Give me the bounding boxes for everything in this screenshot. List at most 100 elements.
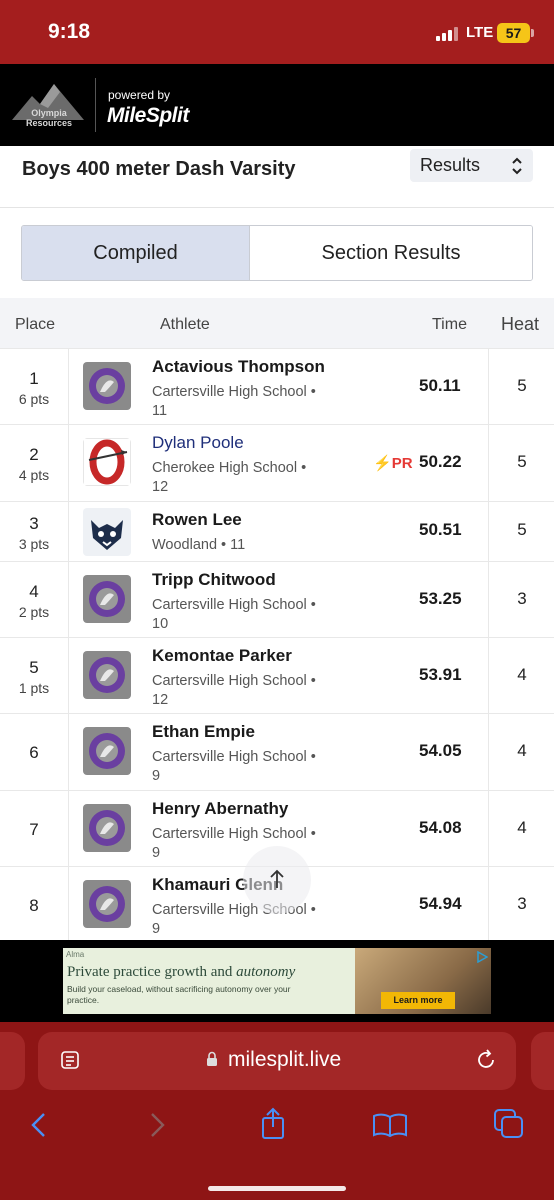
athlete-name[interactable]: Tripp Chitwood <box>152 570 276 590</box>
table-row[interactable]: 6 Ethan Empie Cartersville High School •… <box>0 713 554 790</box>
back-icon[interactable] <box>28 1110 50 1140</box>
network-label: LTE <box>466 24 494 41</box>
bookmarks-icon[interactable] <box>372 1112 408 1138</box>
column-heat: Heat <box>501 314 540 334</box>
address-bar[interactable]: milesplit.live <box>38 1032 516 1090</box>
forward-icon[interactable] <box>146 1110 168 1140</box>
heat-cell: 4 <box>488 791 554 866</box>
place-points: 6 pts <box>18 391 50 407</box>
athlete-school: Cartersville High School • 11 <box>152 384 316 419</box>
prev-tab-preview[interactable] <box>0 1032 25 1090</box>
place-cell: 2 4 pts <box>0 425 69 501</box>
table-row[interactable]: 3 3 pts Rowen Lee Woodland • 11 50.51 5 <box>0 501 554 561</box>
place-number: 2 <box>29 445 39 464</box>
status-bar: 9:18 LTE 57 <box>0 0 554 64</box>
place-number: 3 <box>29 514 39 533</box>
woodland-logo <box>83 508 131 556</box>
athlete-school: Cartersville High School • 10 <box>152 597 316 632</box>
results-tabs: Compiled Section Results <box>21 225 533 281</box>
heat-cell: 4 <box>488 638 554 713</box>
url-text: milesplit.live <box>228 1048 342 1071</box>
table-row[interactable]: 2 4 pts Dylan Poole Cherokee High School… <box>0 424 554 501</box>
place-cell: 6 <box>0 714 69 790</box>
milesplit-logo[interactable]: MileSplit <box>107 104 189 128</box>
place-cell: 5 1 pts <box>0 638 69 713</box>
ad-choices-icon[interactable] <box>476 951 488 963</box>
heat-cell: 5 <box>488 502 554 561</box>
ad-headline: Private practice growth and autonomy <box>67 964 296 980</box>
place-number: 7 <box>29 820 39 839</box>
view-select-label: Results <box>420 155 481 175</box>
place-cell: 3 3 pts <box>0 502 69 561</box>
signal-icon <box>436 27 460 41</box>
arrow-up-icon <box>270 869 284 888</box>
place-number: 1 <box>29 369 39 388</box>
table-row[interactable]: 1 6 pts Actavious Thompson Cartersville … <box>0 348 554 424</box>
athlete-name-link[interactable]: Dylan Poole <box>152 433 244 453</box>
athlete-name[interactable]: Henry Abernathy <box>152 799 288 819</box>
time-cell: 50.22 <box>419 452 462 471</box>
table-header: Place Athlete Time Heat <box>0 298 554 348</box>
share-icon[interactable] <box>258 1106 288 1140</box>
time-cell: 50.51 <box>419 520 462 539</box>
tabs-icon[interactable] <box>493 1108 525 1140</box>
place-number: 5 <box>29 658 39 677</box>
place-number: 6 <box>29 743 39 762</box>
reload-icon[interactable] <box>474 1048 498 1072</box>
athlete-school: Cherokee High School • 12 <box>152 460 307 495</box>
brand-header: Olympia Resources powered by MileSplit <box>0 64 554 146</box>
column-athlete: Athlete <box>160 316 210 333</box>
page-title: Boys 400 meter Dash Varsity <box>22 158 296 180</box>
athlete-name[interactable]: Rowen Lee <box>152 510 242 530</box>
results-table: Place Athlete Time Heat 1 6 pts Actaviou… <box>0 298 554 940</box>
view-select[interactable]: Results <box>410 149 533 182</box>
athlete-school: Woodland • 11 <box>152 537 246 553</box>
reader-mode-icon[interactable] <box>60 1049 82 1071</box>
cartersville-logo <box>83 651 131 699</box>
place-cell: 4 2 pts <box>0 562 69 637</box>
athlete-name[interactable]: Kemontae Parker <box>152 646 292 666</box>
heat-cell: 5 <box>488 349 554 424</box>
place-cell: 1 6 pts <box>0 349 69 424</box>
place-points: 4 pts <box>18 467 50 483</box>
athlete-school: Cartersville High School • 9 <box>152 902 316 937</box>
table-row[interactable]: 5 1 pts Kemontae Parker Cartersville Hig… <box>0 637 554 713</box>
athlete-school: Cartersville High School • 9 <box>152 749 316 784</box>
tab-section-results[interactable]: Section Results <box>250 226 532 280</box>
status-time: 9:18 <box>48 20 91 43</box>
scroll-to-top-button[interactable] <box>243 846 311 914</box>
lightning-icon: ⚡ <box>373 455 392 472</box>
time-cell: 50.11 <box>419 376 461 395</box>
brand-divider <box>95 78 96 132</box>
place-number: 8 <box>29 896 39 915</box>
next-tab-preview[interactable] <box>531 1032 554 1090</box>
table-row[interactable]: 4 2 pts Tripp Chitwood Cartersville High… <box>0 561 554 637</box>
cartersville-logo <box>83 575 131 623</box>
place-cell: 7 <box>0 791 69 866</box>
column-place: Place <box>15 316 56 333</box>
athlete-name[interactable]: Ethan Empie <box>152 722 255 742</box>
place-points: 1 pts <box>18 680 50 696</box>
browser-toolbar: milesplit.live <box>0 1022 554 1200</box>
athlete-name[interactable]: Actavious Thompson <box>152 357 325 377</box>
home-indicator <box>208 1186 346 1191</box>
ad-creative[interactable]: Alma Private practice growth and autonom… <box>63 948 491 1014</box>
ad-body: Build your caseload, without sacrificing… <box>67 984 291 1005</box>
cartersville-logo <box>83 362 131 410</box>
time-cell: 53.25 <box>419 589 462 608</box>
cartersville-logo <box>83 804 131 852</box>
pr-badge: ⚡PR <box>373 455 413 472</box>
tab-compiled[interactable]: Compiled <box>22 226 250 280</box>
heat-cell: 3 <box>488 562 554 637</box>
place-points: 2 pts <box>18 604 50 620</box>
heat-cell: 4 <box>488 714 554 790</box>
place-cell: 8 <box>0 867 69 940</box>
ad-cta-button[interactable]: Learn more <box>381 992 455 1009</box>
heat-cell: 5 <box>488 425 554 501</box>
battery-tip <box>531 29 534 37</box>
time-cell: 54.08 <box>419 818 462 837</box>
powered-by-label: powered by <box>108 88 171 102</box>
place-number: 4 <box>29 582 39 601</box>
cherokee-logo <box>83 438 131 486</box>
heat-cell: 3 <box>488 867 554 940</box>
